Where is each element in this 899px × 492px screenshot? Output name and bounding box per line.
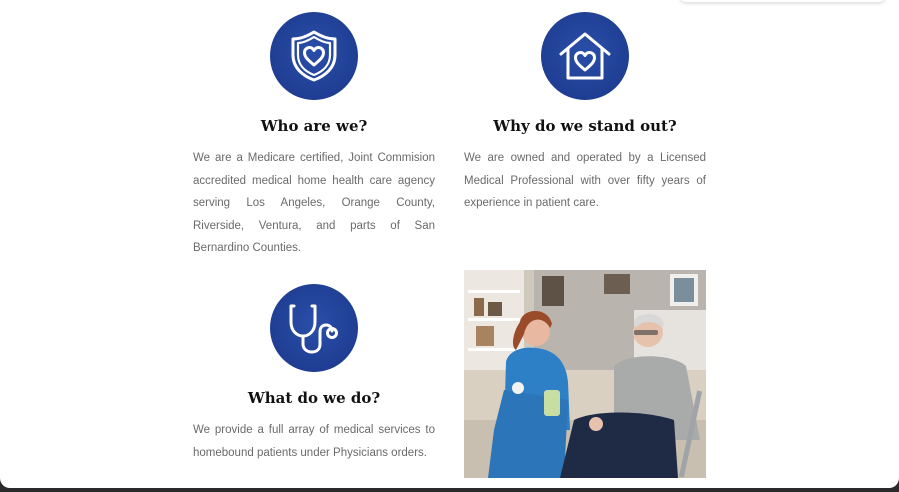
feature-description: We are a Medicare certified, Joint Commi…	[193, 152, 435, 254]
house-heart-icon	[541, 12, 629, 100]
nurse-patient-photo	[464, 270, 706, 478]
dropdown-edge	[680, 0, 885, 2]
stethoscope-icon	[270, 284, 358, 372]
page: Who are we? We are a Medicare certified,…	[0, 0, 899, 488]
feature-title: Who are we?	[260, 117, 368, 135]
feature-description: We are owned and operated by a Licensed …	[464, 152, 706, 209]
feature-description: We provide a full array of medical servi…	[193, 424, 435, 459]
shield-heart-icon	[270, 12, 358, 100]
feature-title: What do we do?	[247, 389, 381, 407]
feature-title: Why do we stand out?	[493, 117, 677, 135]
